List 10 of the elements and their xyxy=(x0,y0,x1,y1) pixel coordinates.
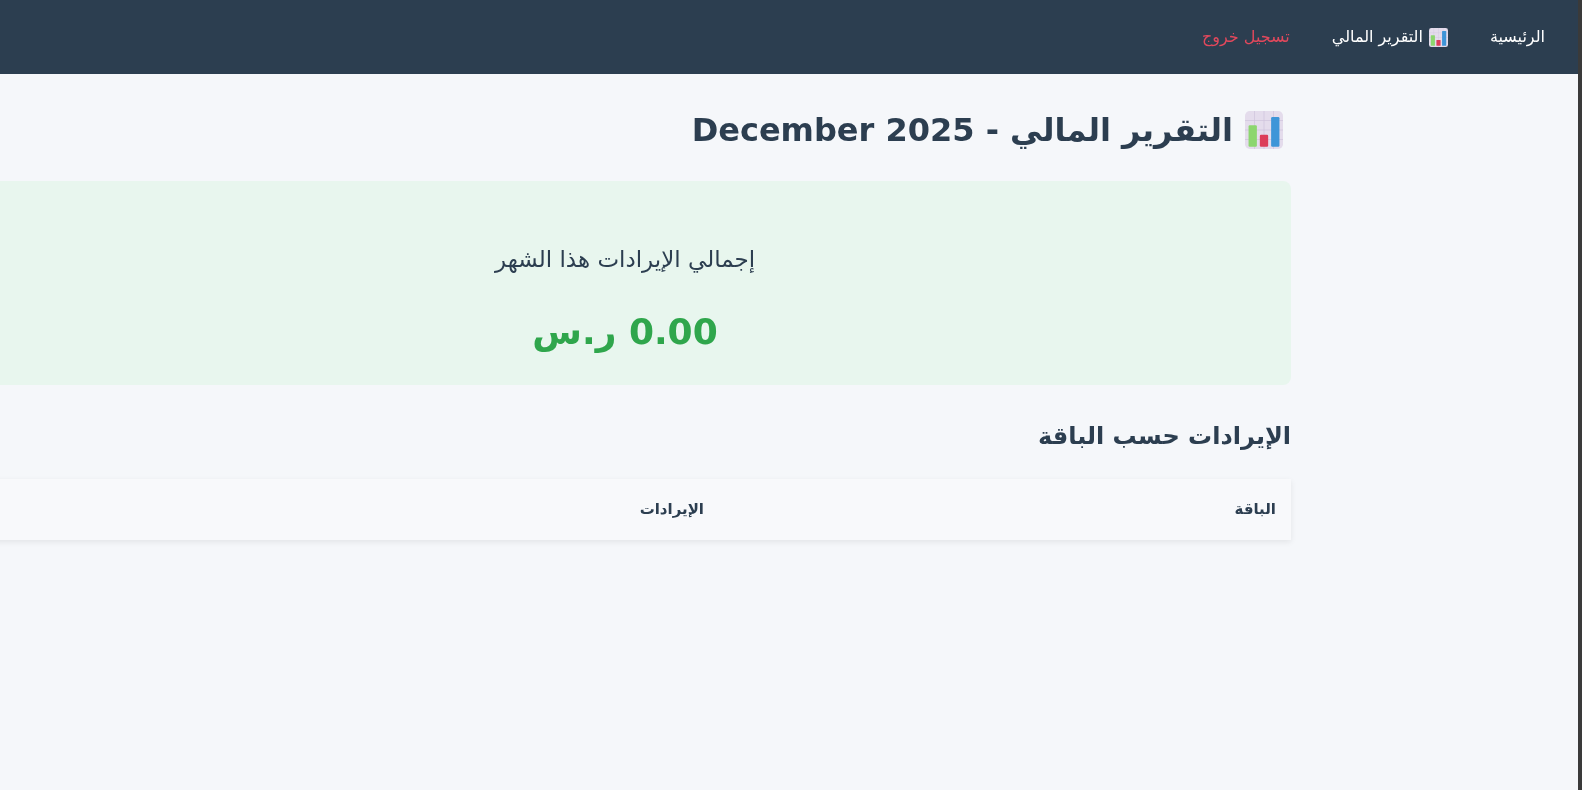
summary-value: 0.00 ر.س xyxy=(532,310,718,355)
bar-chart-icon xyxy=(1245,111,1283,149)
report-link[interactable]: التقرير المالي xyxy=(1331,25,1448,49)
section-title: الإيرادات حسب الباقة xyxy=(1036,421,1291,452)
page-title: التقرير المالي - December 2025 xyxy=(691,110,1233,151)
home-link[interactable]: الرئيسية xyxy=(1489,25,1545,49)
column-header: الإيرادات xyxy=(638,499,705,521)
column-header: الباقة xyxy=(1233,499,1277,521)
bar-chart-icon xyxy=(1428,27,1448,47)
summary-label: إجمالي الإيرادات هذا الشهر xyxy=(494,245,756,275)
